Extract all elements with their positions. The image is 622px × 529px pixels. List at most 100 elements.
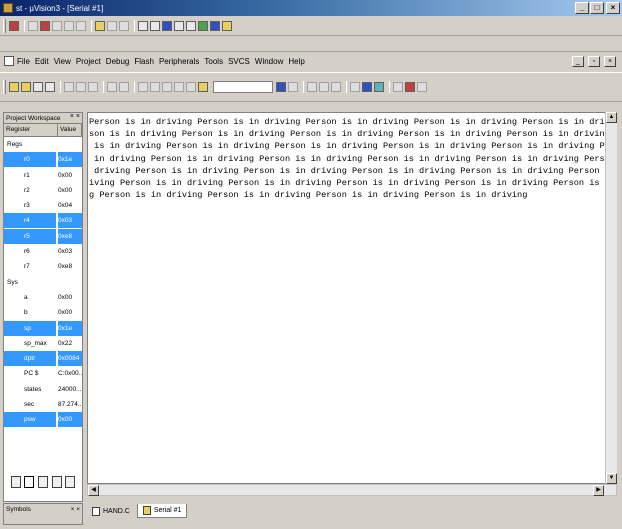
- register-row[interactable]: Sys: [4, 275, 82, 290]
- translate-icon[interactable]: [393, 82, 403, 92]
- bookmark-prev-icon[interactable]: [186, 82, 196, 92]
- horizontal-scrollbar[interactable]: ◀ ▶: [87, 484, 617, 496]
- step-into-icon[interactable]: [52, 20, 62, 31]
- redo-icon[interactable]: [119, 82, 129, 92]
- menu-window[interactable]: Window: [255, 57, 283, 66]
- bookmark-icon[interactable]: [162, 82, 172, 92]
- run-icon[interactable]: [28, 20, 38, 31]
- menu-file[interactable]: File: [17, 57, 30, 66]
- target-options-icon[interactable]: [374, 82, 384, 92]
- register-row[interactable]: dptr 0x0084: [4, 351, 82, 367]
- close-button[interactable]: ×: [606, 2, 620, 14]
- enable-breakpoint-icon[interactable]: [307, 82, 317, 92]
- memory-window-icon[interactable]: [150, 20, 160, 31]
- scroll-left-arrow-icon[interactable]: ◀: [88, 485, 99, 496]
- register-row[interactable]: states 24000...: [4, 382, 82, 397]
- save-icon[interactable]: [33, 82, 43, 92]
- find-icon[interactable]: [276, 82, 286, 92]
- tab-hand-c[interactable]: HAND.C: [87, 505, 135, 518]
- copy-icon[interactable]: [76, 82, 86, 92]
- logic-analyzer-icon[interactable]: [174, 20, 184, 31]
- serial-window-icon[interactable]: [162, 20, 172, 31]
- vertical-scrollbar[interactable]: ▲ ▼: [605, 112, 617, 484]
- find-in-files-icon[interactable]: [198, 82, 208, 92]
- menu-peripherals[interactable]: Peripherals: [159, 57, 199, 66]
- build-icon[interactable]: [405, 82, 415, 92]
- performance-analyzer-icon[interactable]: [186, 20, 196, 31]
- functions-tab-icon[interactable]: [51, 476, 62, 488]
- paste-icon[interactable]: [88, 82, 98, 92]
- scroll-down-arrow-icon[interactable]: ▼: [606, 473, 617, 484]
- step-over-icon[interactable]: [64, 20, 74, 31]
- debug-session-icon[interactable]: [362, 82, 372, 92]
- bookmark-next-icon[interactable]: [174, 82, 184, 92]
- files-tab-icon[interactable]: [10, 476, 21, 488]
- run-to-cursor-icon[interactable]: [95, 20, 105, 31]
- kill-breakpoints-icon[interactable]: [331, 82, 341, 92]
- register-row[interactable]: a 0x00: [4, 290, 82, 305]
- unindent-icon[interactable]: [150, 82, 160, 92]
- open-file-icon[interactable]: [21, 82, 31, 92]
- menu-svcs[interactable]: SVCS: [228, 57, 250, 66]
- register-row[interactable]: psw 0x00: [4, 412, 82, 428]
- templates-tab-icon[interactable]: [65, 476, 76, 488]
- indent-icon[interactable]: [138, 82, 148, 92]
- undo-icon[interactable]: [107, 82, 117, 92]
- tab-serial-1[interactable]: Serial #1: [136, 504, 188, 518]
- register-row[interactable]: b 0x00: [4, 305, 82, 320]
- register-row[interactable]: r6 0x03: [4, 244, 82, 259]
- minimize-button[interactable]: _: [575, 2, 589, 14]
- toolbox-icon[interactable]: [210, 20, 220, 31]
- register-row[interactable]: r7 0xe8: [4, 259, 82, 274]
- step-out-icon[interactable]: [76, 20, 86, 31]
- menu-edit[interactable]: Edit: [35, 57, 49, 66]
- menu-flash[interactable]: Flash: [134, 57, 154, 66]
- register-row[interactable]: r4 0x03: [4, 213, 82, 229]
- register-row[interactable]: sec 87.274...: [4, 397, 82, 412]
- symbols-close-icon[interactable]: × ×: [71, 506, 80, 513]
- register-row[interactable]: PC $ C:0x00...: [4, 366, 82, 381]
- reset-icon[interactable]: [9, 20, 19, 31]
- register-name: sp: [4, 320, 56, 336]
- compile-icon[interactable]: [350, 82, 360, 92]
- watch-window-icon[interactable]: [138, 20, 148, 31]
- books-tab-icon[interactable]: [37, 476, 48, 488]
- menu-tools[interactable]: Tools: [204, 57, 223, 66]
- find-combo[interactable]: [213, 81, 273, 93]
- disable-breakpoint-icon[interactable]: [319, 82, 329, 92]
- cut-icon[interactable]: [64, 82, 74, 92]
- register-row[interactable]: r2 0x00: [4, 183, 82, 198]
- register-row[interactable]: r3 0x04: [4, 198, 82, 213]
- doc-minimize-button[interactable]: _: [572, 56, 584, 67]
- register-column-header[interactable]: Register: [4, 124, 58, 136]
- register-row[interactable]: r5 0xe8: [4, 228, 82, 244]
- register-row[interactable]: r1 0x00: [4, 168, 82, 183]
- doc-restore-button[interactable]: ▫: [588, 56, 600, 67]
- serial-output-window[interactable]: Person is in driving Person is in drivin…: [87, 112, 617, 484]
- show-next-icon[interactable]: [107, 20, 117, 31]
- workspace-close-icon[interactable]: × ×: [70, 113, 80, 120]
- stop-icon[interactable]: [40, 20, 50, 31]
- wrench-icon[interactable]: [222, 20, 232, 31]
- menu-help[interactable]: Help: [288, 57, 304, 66]
- code-coverage-icon[interactable]: [198, 20, 208, 31]
- register-row[interactable]: Regs: [4, 137, 82, 152]
- serial-line: g Person is in driving Person is in driv…: [89, 190, 528, 201]
- rebuild-icon[interactable]: [417, 82, 427, 92]
- scroll-up-arrow-icon[interactable]: ▲: [606, 112, 617, 123]
- register-row[interactable]: sp_max 0x22: [4, 336, 82, 351]
- new-file-icon[interactable]: [9, 82, 19, 92]
- register-row[interactable]: r0 0x1e: [4, 152, 82, 168]
- regs-tab-icon[interactable]: [24, 476, 35, 488]
- scroll-right-arrow-icon[interactable]: ▶: [593, 485, 604, 496]
- maximize-button[interactable]: □: [590, 2, 604, 14]
- doc-close-button[interactable]: ×: [604, 56, 616, 67]
- menu-view[interactable]: View: [54, 57, 71, 66]
- menu-project[interactable]: Project: [76, 57, 101, 66]
- value-column-header[interactable]: Value: [58, 124, 82, 136]
- insert-remove-breakpoint-icon[interactable]: [288, 82, 298, 92]
- menu-debug[interactable]: Debug: [106, 57, 130, 66]
- disassembly-icon[interactable]: [119, 20, 129, 31]
- register-row[interactable]: sp 0x1e: [4, 320, 82, 336]
- save-all-icon[interactable]: [45, 82, 55, 92]
